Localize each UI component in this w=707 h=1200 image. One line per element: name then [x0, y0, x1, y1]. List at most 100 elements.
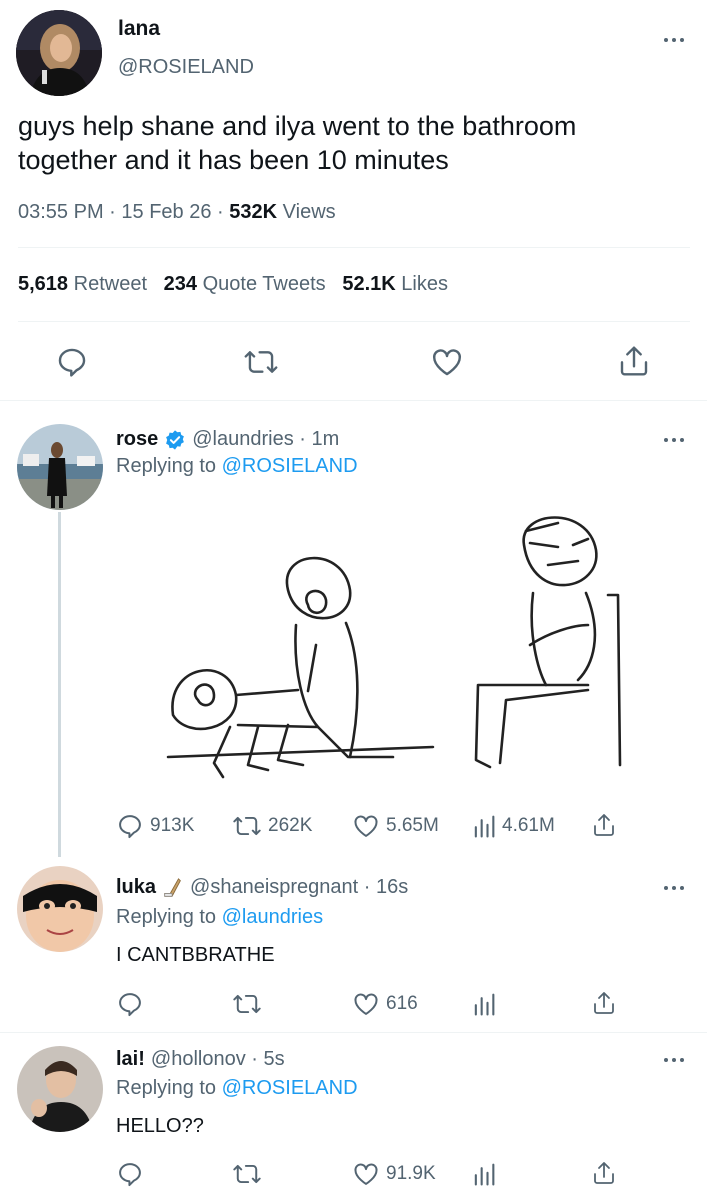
retweet-button[interactable] — [232, 1160, 262, 1188]
like-icon — [354, 815, 378, 837]
replying-to: Replying to @ROSIELAND — [116, 455, 358, 478]
more-icon[interactable] — [664, 36, 686, 44]
views-button[interactable] — [472, 1160, 496, 1188]
reply-text: HELLO?? — [116, 1115, 204, 1137]
reply-icon — [119, 815, 141, 839]
share-button[interactable] — [592, 988, 616, 1018]
reply-header: luka @shaneispregnant · 16s — [116, 876, 408, 899]
views-icon — [474, 993, 495, 1016]
replying-to-handle[interactable]: @laundries — [222, 906, 323, 928]
thread-line — [58, 512, 61, 857]
likes-count: 52.1K — [342, 273, 396, 295]
divider — [18, 247, 690, 248]
retweet-count: 262K — [268, 815, 313, 836]
divider — [0, 400, 707, 401]
like-button[interactable] — [430, 345, 464, 379]
like-count: 616 — [386, 993, 418, 1014]
handle-time[interactable]: @shaneispregnant · 16s — [190, 876, 408, 899]
tweet-meta: 03:55 PM · 15 Feb 26 · 532K Views — [18, 201, 336, 224]
retweet-button[interactable] — [243, 345, 279, 379]
avatar-luka[interactable] — [17, 866, 103, 952]
handle[interactable]: @ROSIELAND — [118, 56, 254, 79]
likes-stat[interactable]: 52.1K Likes — [342, 273, 448, 295]
handle-time[interactable]: @laundries · 1m — [192, 428, 339, 451]
tweet-date: 15 Feb 26 — [121, 201, 212, 223]
quote-count: 234 — [163, 273, 198, 295]
handle-time[interactable]: @hollonov · 5s — [151, 1048, 285, 1071]
tweet-text-line-1: guys help shane and ilya went to the bat… — [18, 111, 577, 141]
views-icon — [474, 1163, 495, 1186]
meta-separator: · — [217, 201, 224, 223]
more-icon[interactable] — [664, 436, 686, 444]
retweet-icon — [233, 1164, 261, 1184]
reply-text: I CANTBBRATHE — [116, 944, 275, 966]
share-icon — [594, 1162, 614, 1184]
more-icon[interactable] — [664, 884, 686, 892]
share-button[interactable] — [592, 1158, 616, 1188]
views-button[interactable] — [472, 990, 496, 1018]
avatar-lai[interactable] — [17, 1046, 103, 1132]
tweet-text-line-2: together and it has been 10 minutes — [18, 145, 449, 175]
quote-stat[interactable]: 234 Quote Tweets — [164, 273, 326, 295]
divider — [0, 1032, 707, 1033]
reply-button[interactable] — [55, 345, 89, 379]
replying-to: Replying to @ROSIELAND — [116, 1077, 358, 1100]
view-count: 4.61M — [502, 815, 555, 836]
like-icon — [354, 1163, 378, 1185]
retweet-button[interactable]: 262K — [232, 812, 312, 840]
replying-prefix: Replying to — [116, 1077, 217, 1099]
reply-button[interactable]: 913K — [116, 812, 194, 840]
reply-icon — [119, 1163, 141, 1187]
reply-icon — [119, 993, 141, 1017]
tweet-stats: 5,618 Retweet 234 Quote Tweets 52.1K Lik… — [18, 273, 448, 296]
like-icon — [354, 993, 378, 1015]
display-name[interactable]: rose — [116, 428, 158, 451]
views-button[interactable]: 4.61M — [472, 812, 555, 840]
like-count: 5.65M — [386, 815, 439, 836]
tweet-time: 03:55 PM — [18, 201, 104, 223]
retweet-stat[interactable]: 5,618 Retweet — [18, 273, 147, 295]
tweet-image[interactable] — [118, 495, 678, 795]
share-button[interactable] — [618, 343, 650, 379]
views-count: 532K — [229, 201, 278, 223]
retweet-button[interactable] — [232, 990, 262, 1018]
display-name[interactable]: luka — [116, 876, 156, 899]
display-name[interactable]: lai! — [116, 1048, 145, 1071]
retweet-icon — [233, 816, 261, 836]
avatar-lana[interactable] — [16, 10, 102, 96]
display-name[interactable]: lana — [118, 17, 160, 41]
share-icon — [620, 346, 648, 376]
retweet-icon — [233, 994, 261, 1014]
like-count: 91.9K — [386, 1163, 436, 1184]
reply-header: lai! @hollonov · 5s — [116, 1048, 285, 1071]
like-button[interactable]: 616 — [352, 990, 418, 1018]
retweet-count: 5,618 — [18, 273, 69, 295]
share-button[interactable] — [592, 810, 616, 840]
like-button[interactable]: 5.65M — [352, 812, 439, 840]
replying-to-handle[interactable]: @ROSIELAND — [222, 455, 358, 477]
reply-icon — [58, 348, 86, 377]
likes-label: Likes — [401, 273, 448, 295]
views-label: Views — [282, 201, 336, 223]
replying-to: Replying to @laundries — [116, 906, 323, 929]
reply-header: rose @laundries · 1m — [116, 428, 339, 451]
reply-button[interactable] — [116, 990, 144, 1018]
retweet-icon — [244, 351, 278, 373]
verified-badge-icon — [166, 429, 185, 450]
share-icon — [594, 992, 614, 1014]
like-icon — [433, 349, 461, 376]
quote-label: Quote Tweets — [202, 273, 326, 295]
like-button[interactable]: 91.9K — [352, 1160, 436, 1188]
replying-to-handle[interactable]: @ROSIELAND — [222, 1077, 358, 1099]
reply-button[interactable] — [116, 1160, 144, 1188]
divider — [18, 321, 690, 322]
meta-separator: · — [109, 201, 116, 223]
hockey-stick-icon — [164, 877, 181, 897]
share-icon — [594, 814, 614, 836]
views-icon — [474, 815, 495, 838]
replying-prefix: Replying to — [116, 455, 217, 477]
avatar-rose[interactable] — [17, 424, 103, 510]
replying-prefix: Replying to — [116, 906, 217, 928]
reply-count: 913K — [150, 815, 195, 836]
more-icon[interactable] — [664, 1056, 686, 1064]
